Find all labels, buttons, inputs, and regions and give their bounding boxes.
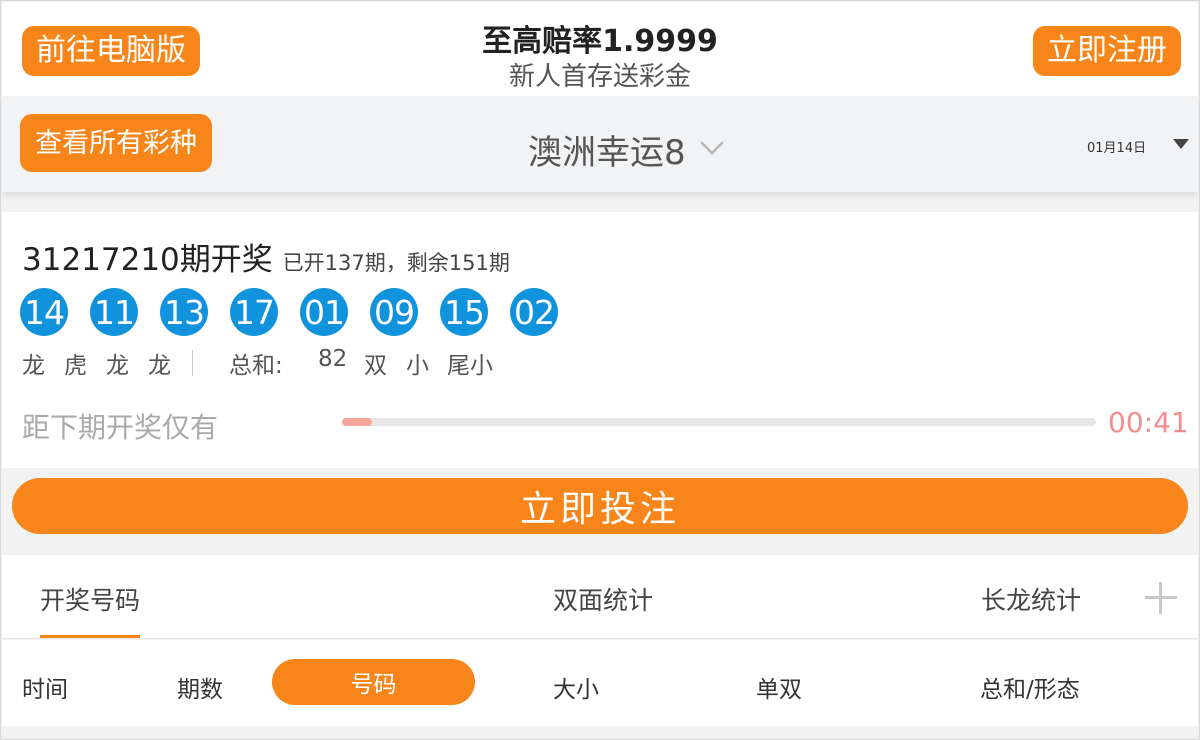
filter-sum-shape[interactable]: 总和/形态 — [980, 670, 1080, 704]
lottery-selector-bar: 查看所有彩种 澳洲幸运8 01月14日 — [2, 97, 1198, 192]
result-ball: 14 — [20, 288, 68, 336]
issue-title: 31217210期开奖 已开137期，剩余151期 — [22, 234, 510, 279]
place-bet-button[interactable]: 立即投注 — [12, 478, 1188, 534]
sum-size: 小 — [406, 353, 429, 379]
lottery-name-dropdown[interactable]: 澳洲幸运8 — [528, 125, 686, 174]
register-button[interactable]: 立即注册 — [1033, 26, 1181, 76]
chevron-down-icon[interactable] — [699, 134, 725, 160]
dragon-tiger-result: 龙 — [148, 353, 171, 379]
plus-icon[interactable] — [1145, 582, 1177, 614]
promo-header: 前往电脑版 至高赔率1.9999 新人首存送彩金 立即注册 — [2, 2, 1198, 96]
filter-time[interactable]: 时间 — [22, 670, 68, 704]
filter-number[interactable]: 号码 — [272, 659, 475, 705]
result-balls: 14 11 13 17 01 09 15 02 — [20, 288, 580, 336]
result-ball: 01 — [300, 288, 348, 336]
countdown-progress-bar — [342, 418, 1096, 426]
countdown-progress-fill — [342, 418, 373, 426]
issue-progress-info: 已开137期，剩余151期 — [282, 251, 510, 275]
result-ball: 17 — [230, 288, 278, 336]
sum-value: 82 — [318, 346, 348, 372]
result-ball: 13 — [160, 288, 208, 336]
tail-size: 尾小 — [447, 353, 493, 379]
tab-two-sided-stats[interactable]: 双面统计 — [553, 581, 653, 617]
date-selector[interactable]: 01月14日 — [1087, 137, 1146, 156]
result-tabs: 开奖号码 双面统计 长龙统计 — [2, 555, 1198, 639]
result-ball: 11 — [90, 288, 138, 336]
issue-number: 31217210期开奖 — [22, 242, 273, 278]
sum-label: 总和: — [229, 353, 283, 379]
result-ball: 09 — [370, 288, 418, 336]
result-ball: 15 — [440, 288, 488, 336]
latest-result-card: 31217210期开奖 已开137期，剩余151期 14 11 13 17 01… — [2, 212, 1198, 468]
all-lotteries-button[interactable]: 查看所有彩种 — [20, 114, 212, 172]
dragon-tiger-result: 虎 — [64, 353, 87, 379]
sum-odd-even: 双 — [364, 353, 387, 379]
tab-long-dragon-stats[interactable]: 长龙统计 — [981, 581, 1081, 617]
promo-title: 至高赔率1.9999 — [482, 24, 718, 59]
result-ball: 02 — [510, 288, 558, 336]
filter-issue[interactable]: 期数 — [177, 670, 223, 704]
countdown-label: 距下期开奖仅有 — [22, 411, 219, 444]
dragon-tiger-result: 龙 — [106, 353, 129, 379]
filter-size[interactable]: 大小 — [553, 670, 599, 704]
history-filter-row: 时间 期数 号码 大小 单双 总和/形态 — [2, 640, 1198, 726]
countdown-time: 00:41 — [1108, 406, 1189, 439]
tab-draw-numbers[interactable]: 开奖号码 — [40, 581, 140, 617]
promo-subtitle: 新人首存送彩金 — [508, 62, 691, 92]
stats-divider — [192, 350, 193, 376]
filter-odd-even[interactable]: 单双 — [756, 670, 802, 704]
caret-down-icon[interactable] — [1173, 139, 1189, 149]
dragon-tiger-result: 龙 — [22, 353, 45, 379]
active-tab-indicator — [40, 635, 140, 638]
